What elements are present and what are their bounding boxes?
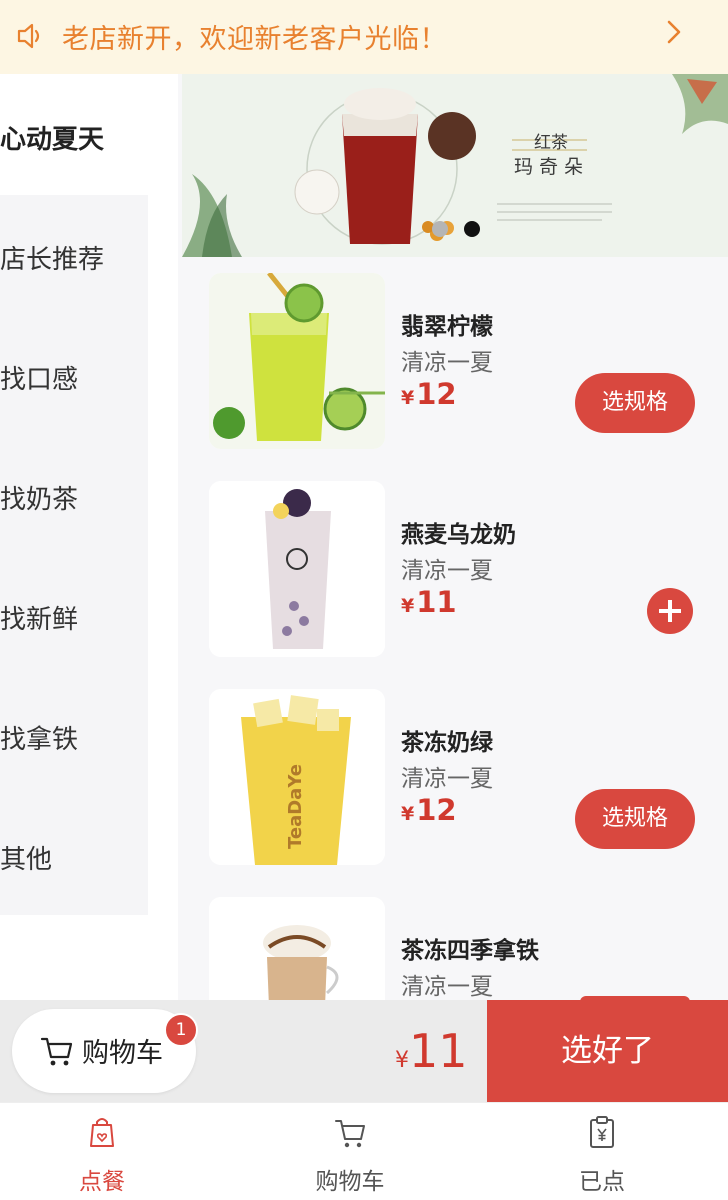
checkout-button[interactable]: 选好了 — [487, 1000, 728, 1102]
product-image — [209, 897, 385, 1000]
tab-label: 已点 — [579, 1169, 625, 1195]
category-sidebar: 心动夏天 店长推荐 找口感 找奶茶 找新鲜 找拿铁 其他 — [0, 74, 178, 1000]
banner-title: 红茶 — [534, 133, 568, 153]
product-card[interactable]: TeaDaYe 茶冻奶绿 清凉一夏 ¥12 选规格 — [178, 689, 728, 865]
tab-cart[interactable]: 购物车 — [270, 1103, 430, 1200]
tab-label: 购物车 — [315, 1169, 385, 1195]
product-name: 茶冻四季拿铁 — [401, 938, 539, 964]
promo-banner[interactable]: 红茶 玛奇朵 — [182, 74, 728, 257]
sidebar-item-active[interactable]: 心动夏天 — [0, 74, 178, 194]
speaker-icon — [17, 23, 40, 49]
cart-icon — [335, 1120, 365, 1148]
notice-bar[interactable]: 老店新开，欢迎新老客户光临！ — [0, 0, 728, 74]
clipboard-yen-icon — [590, 1116, 614, 1148]
cart-count-badge: 1 — [164, 1013, 198, 1047]
product-price: ¥12 — [401, 793, 457, 827]
sidebar-item-label: 找拿铁 — [0, 725, 79, 755]
product-image: TeaDaYe — [209, 689, 385, 865]
product-desc: 清凉一夏 — [401, 766, 493, 792]
sidebar-item-fresh[interactable]: 找新鲜 — [0, 555, 148, 675]
sidebar-item-label: 找口感 — [0, 365, 79, 395]
svg-text:TeaDaYe: TeaDaYe — [285, 764, 306, 849]
product-image — [209, 481, 385, 657]
product-price: ¥12 — [401, 377, 457, 411]
product-image — [209, 273, 385, 449]
product-card[interactable]: 燕麦乌龙奶 清凉一夏 ¥11 — [178, 481, 728, 657]
cart-label: 购物车 — [82, 1038, 163, 1069]
currency-symbol: ¥ — [401, 595, 415, 617]
select-spec-button[interactable]: 选规格 — [575, 373, 695, 433]
notice-text: 老店新开，欢迎新老客户光临！ — [62, 24, 447, 55]
product-price: ¥11 — [401, 585, 457, 619]
product-name: 燕麦乌龙奶 — [401, 522, 516, 548]
sidebar-item-label: 其他 — [0, 845, 53, 875]
sidebar-item-label: 找奶茶 — [0, 485, 79, 515]
sidebar-item-other[interactable]: 其他 — [0, 795, 148, 915]
product-name: 翡翠柠檬 — [401, 314, 493, 340]
total-amount: 11 — [409, 1024, 468, 1078]
product-desc: 清凉一夏 — [401, 350, 493, 376]
sidebar-item-label: 找新鲜 — [0, 605, 79, 635]
price-value: 12 — [416, 793, 457, 827]
tab-label: 点餐 — [79, 1169, 125, 1195]
product-panel[interactable]: 红茶 玛奇朵 翡翠柠檬 清凉一夏 ¥12 选规格 燕麦乌龙奶 清凉一夏 ¥11 … — [178, 74, 728, 1000]
sidebar-item-label: 心动夏天 — [0, 125, 105, 155]
product-desc: 清凉一夏 — [401, 974, 493, 1000]
currency-symbol: ¥ — [401, 803, 415, 825]
cart-icon — [40, 1037, 73, 1066]
chevron-right-icon[interactable] — [664, 18, 684, 46]
sidebar-item-label: 店长推荐 — [0, 245, 105, 275]
currency-symbol: ¥ — [401, 387, 415, 409]
plus-icon[interactable] — [647, 588, 693, 634]
price-value: 12 — [416, 377, 457, 411]
sidebar-item-milk-tea[interactable]: 找奶茶 — [0, 435, 148, 555]
product-card[interactable]: 翡翠柠檬 清凉一夏 ¥12 选规格 — [178, 273, 728, 449]
banner-image — [182, 74, 728, 257]
bag-heart-icon — [90, 1118, 114, 1147]
product-name: 茶冻奶绿 — [401, 730, 493, 756]
product-desc: 清凉一夏 — [401, 558, 493, 584]
carousel-dot[interactable] — [432, 221, 448, 237]
tab-ordered[interactable]: 已点 — [522, 1103, 682, 1200]
banner-subtitle: 玛奇朵 — [514, 156, 590, 178]
tab-order[interactable]: 点餐 — [22, 1103, 182, 1200]
carousel-dot-active[interactable] — [464, 221, 480, 237]
bottom-tab-bar: 点餐 购物车 已点 — [0, 1102, 728, 1200]
price-value: 11 — [416, 585, 457, 619]
select-spec-button[interactable]: 选规格 — [575, 789, 695, 849]
product-card[interactable]: 茶冻四季拿铁 清凉一夏 — [178, 897, 728, 1000]
sidebar-item-latte[interactable]: 找拿铁 — [0, 675, 148, 795]
category-list: 店长推荐 找口感 找奶茶 找新鲜 找拿铁 其他 — [0, 195, 148, 915]
sidebar-item-recommend[interactable]: 店长推荐 — [0, 195, 148, 315]
currency-symbol: ¥ — [395, 1048, 409, 1073]
sidebar-item-taste[interactable]: 找口感 — [0, 315, 148, 435]
cart-total: ¥11 — [395, 1024, 468, 1078]
